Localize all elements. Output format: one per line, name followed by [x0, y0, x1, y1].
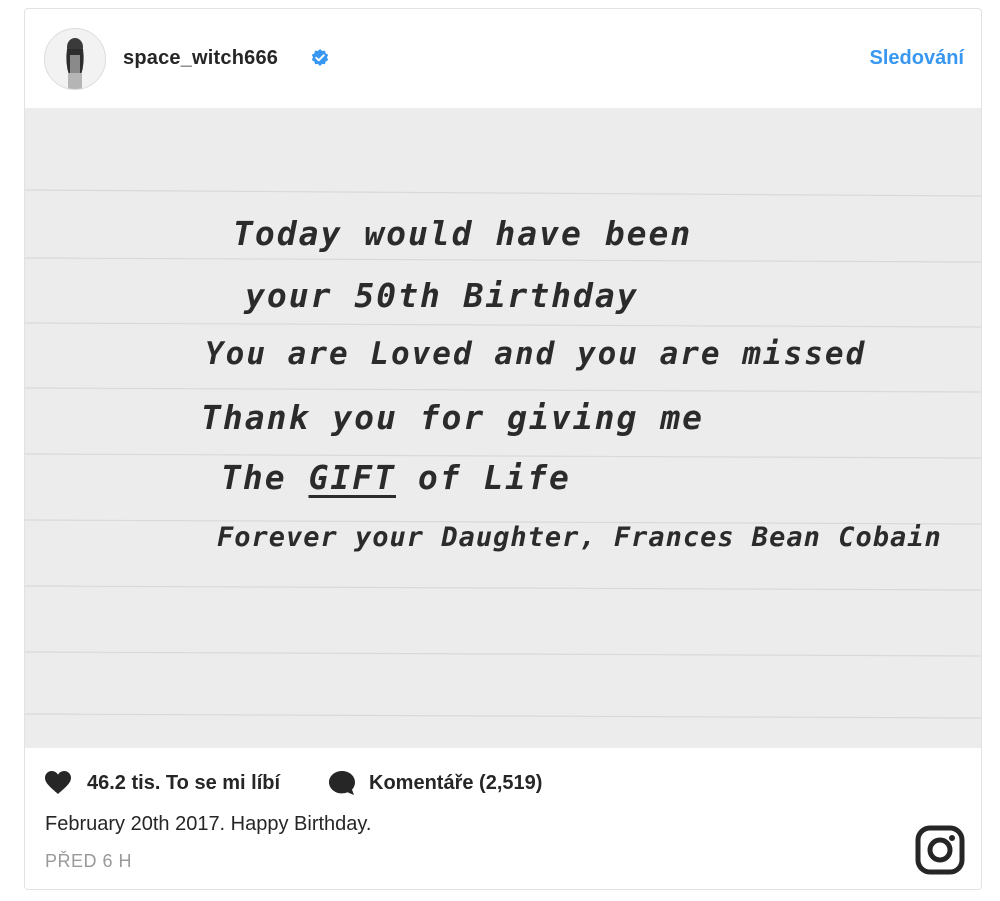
- handwritten-gift: GIFT: [308, 458, 396, 497]
- heart-icon[interactable]: [45, 771, 71, 795]
- post-caption: February 20th 2017. Happy Birthday.: [45, 813, 372, 835]
- handwritten-line-5: The GIFT of Life: [221, 458, 571, 497]
- likes-count[interactable]: 46.2 tis. To se mi líbí: [87, 772, 280, 795]
- instagram-post-card: space_witch666 Sledování Today would hav…: [24, 8, 982, 890]
- handwritten-of-life: of Life: [395, 458, 571, 497]
- post-timestamp[interactable]: PŘED 6 H: [45, 851, 132, 872]
- post-header: space_witch666 Sledování: [25, 9, 981, 108]
- handwritten-line-2: your 50th Birthday: [245, 276, 639, 315]
- avatar[interactable]: [44, 28, 106, 90]
- post-photo[interactable]: Today would have been your 50th Birthday…: [25, 108, 981, 748]
- avatar-image: [45, 29, 105, 89]
- username[interactable]: space_witch666: [123, 47, 278, 70]
- instagram-logo-icon[interactable]: [915, 825, 965, 875]
- comment-bubble-icon[interactable]: [328, 770, 356, 796]
- post-actions: 46.2 tis. To se mi líbí Komentáře (2,519…: [25, 766, 981, 800]
- handwritten-line-3: You are Loved and you are missed: [205, 336, 867, 372]
- handwritten-line-6: Forever your Daughter, Frances Bean Coba…: [217, 522, 942, 553]
- comments-link[interactable]: Komentáře (2,519): [369, 772, 542, 795]
- handwritten-the: The: [221, 458, 309, 497]
- follow-button[interactable]: Sledování: [870, 47, 964, 70]
- handwritten-line-1: Today would have been: [233, 214, 693, 253]
- handwritten-line-4: Thank you for giving me: [201, 398, 704, 437]
- verified-badge-icon: [311, 49, 329, 66]
